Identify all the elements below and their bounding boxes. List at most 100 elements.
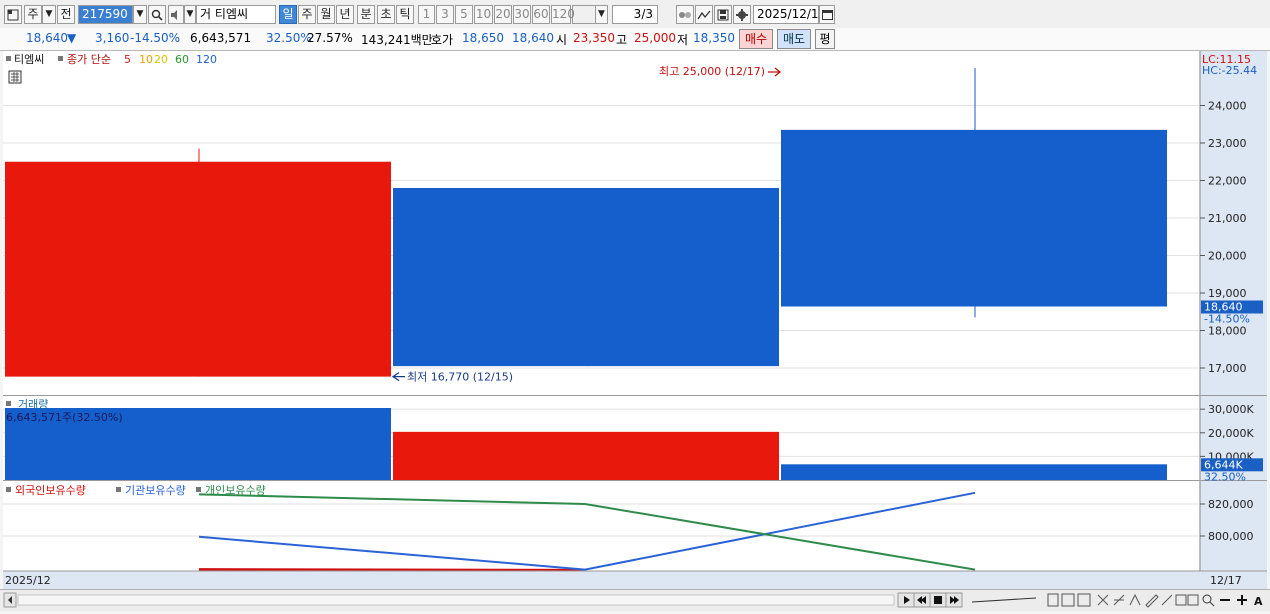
- note-icon[interactable]: [1175, 594, 1187, 606]
- price-tick-label: 22,000: [1208, 175, 1247, 188]
- count-button-10[interactable]: 10: [474, 5, 493, 24]
- pen-icon[interactable]: [1145, 594, 1159, 608]
- price-tick-label: 21,000: [1208, 212, 1247, 225]
- period-button-0[interactable]: 일: [279, 5, 297, 24]
- period-button-3[interactable]: 년: [336, 5, 354, 24]
- open-price: 23,350: [573, 31, 615, 45]
- period-button-4[interactable]: 분: [357, 5, 375, 24]
- stock-name-field[interactable]: 거 티엠씨: [196, 5, 276, 24]
- count-button-3[interactable]: 3: [436, 5, 454, 24]
- stock-tag: 거: [200, 7, 212, 21]
- font-size-icon[interactable]: A: [1254, 595, 1263, 608]
- prev-button[interactable]: 전: [57, 5, 75, 24]
- current-volume-pct: 32.50%: [1204, 470, 1246, 483]
- change-direction-icon: ▼: [67, 31, 77, 45]
- candle-body: [5, 161, 391, 377]
- holding-tick-label: 800,000: [1208, 530, 1254, 543]
- ask-label: 호가: [431, 33, 454, 47]
- plus-icon[interactable]: [1237, 595, 1247, 605]
- ask-price: 18,650: [462, 31, 504, 45]
- low-price: 18,350: [693, 31, 735, 45]
- legend-marker-icon: [116, 487, 121, 492]
- scroll-track[interactable]: [17, 594, 895, 606]
- legend-ma-period: 5: [124, 53, 131, 66]
- legend-marker-icon: [196, 487, 201, 492]
- market-button[interactable]: 주: [24, 5, 42, 24]
- bid-price: 18,640: [512, 31, 554, 45]
- stock-code-input[interactable]: 217590: [78, 5, 133, 24]
- toolbar: 주 ▼ 전 217590 ▼ ▼ 거 티엠씨 ▼ 3/3 2025/12/17 …: [0, 0, 1270, 29]
- copy-icon[interactable]: [1187, 594, 1199, 606]
- period-button-1[interactable]: 주: [298, 5, 316, 24]
- volume-ratio: 32.50%: [266, 31, 312, 45]
- layout-icon[interactable]: [1047, 593, 1059, 607]
- candle-body: [781, 129, 1167, 307]
- price-tick-label: 20,000: [1208, 250, 1247, 263]
- page-total: /3: [641, 7, 653, 21]
- current-price: 18,640: [26, 31, 68, 45]
- search-icon[interactable]: [148, 5, 166, 24]
- legend-ma-period: 20: [154, 53, 168, 66]
- holding-legend: 개인보유수량: [205, 484, 266, 497]
- current-pct-label: -14.50%: [1204, 313, 1250, 326]
- date-input[interactable]: 2025/12/17: [753, 5, 826, 24]
- draw-angle-icon[interactable]: [1129, 593, 1141, 606]
- legend-marker-icon: [6, 56, 11, 61]
- legend-ma-period: 10: [139, 53, 153, 66]
- scroll-bar[interactable]: A: [0, 589, 1270, 611]
- compare-icon[interactable]: [676, 5, 694, 24]
- holding-legend: 외국인보유수량: [15, 484, 86, 497]
- count-button-5[interactable]: 5: [455, 5, 473, 24]
- calendar-icon[interactable]: [819, 5, 835, 24]
- volume: 6,643,571: [190, 31, 252, 45]
- high-annotation: 최고 25,000 (12/17): [659, 65, 765, 78]
- holding-line: [198, 568, 586, 572]
- save-icon[interactable]: [714, 5, 732, 24]
- candle-body: [393, 188, 779, 367]
- period-button-6[interactable]: 틱: [396, 5, 414, 24]
- legend-marker-icon: [6, 487, 11, 492]
- trend-tool-icon[interactable]: [695, 5, 713, 24]
- legend-stock-name: 티엠씨: [14, 53, 44, 66]
- speaker-icon[interactable]: [168, 5, 184, 24]
- market-dropdown-icon[interactable]: ▼: [42, 5, 56, 24]
- count-button-30[interactable]: 30: [513, 5, 531, 24]
- gear-icon[interactable]: [733, 5, 751, 24]
- chart-area[interactable]: 17,000 18,000 19,000 20,000 21,000 22,000 23,0…: [3, 51, 1267, 589]
- price-tick-label: 17,000: [1208, 362, 1247, 375]
- time-axis-background: [3, 571, 1267, 589]
- screen-menu-icon[interactable]: [4, 5, 22, 24]
- eraser-icon[interactable]: [1161, 594, 1173, 606]
- change-amount: 3,160: [95, 31, 130, 45]
- legend-ma-period: 120: [196, 53, 217, 66]
- crosshair-icon[interactable]: [1097, 594, 1109, 606]
- holding-legend: 기관보유수량: [125, 484, 186, 497]
- page-indicator: 3/3: [612, 5, 658, 24]
- eval-button[interactable]: 평: [815, 29, 835, 49]
- zoom-icon[interactable]: [1202, 594, 1212, 604]
- high-label: 고: [616, 33, 628, 47]
- overlay-icon[interactable]: [1077, 593, 1091, 607]
- legend-marker-icon: [58, 56, 63, 61]
- zoom-slider[interactable]: [971, 597, 1037, 603]
- change-percent: -14.50%: [130, 31, 181, 45]
- window-icon[interactable]: [1061, 593, 1075, 607]
- code-dropdown-icon[interactable]: ▼: [133, 5, 147, 24]
- count-button-20[interactable]: 20: [494, 5, 512, 24]
- count-button-120[interactable]: 120: [551, 5, 575, 24]
- period-button-2[interactable]: 월: [317, 5, 335, 24]
- buy-button[interactable]: 매수: [739, 29, 773, 49]
- holding-tick-label: 820,000: [1208, 498, 1254, 511]
- sell-button[interactable]: 매도: [777, 29, 811, 49]
- volume-bar: [781, 464, 1167, 480]
- count-button-1[interactable]: 1: [418, 5, 435, 24]
- speaker-dropdown-icon[interactable]: ▼: [184, 5, 196, 24]
- price-tick-label: 19,000: [1208, 287, 1247, 300]
- count-button-60[interactable]: 60: [532, 5, 550, 24]
- time-axis-start: 2025/12: [5, 574, 51, 587]
- legend-ma-period: 60: [175, 53, 189, 66]
- low-label: 저: [677, 33, 689, 47]
- draw-line-icon[interactable]: [1113, 594, 1125, 606]
- count-dropdown-icon[interactable]: ▼: [595, 5, 608, 24]
- period-button-5[interactable]: 초: [377, 5, 395, 24]
